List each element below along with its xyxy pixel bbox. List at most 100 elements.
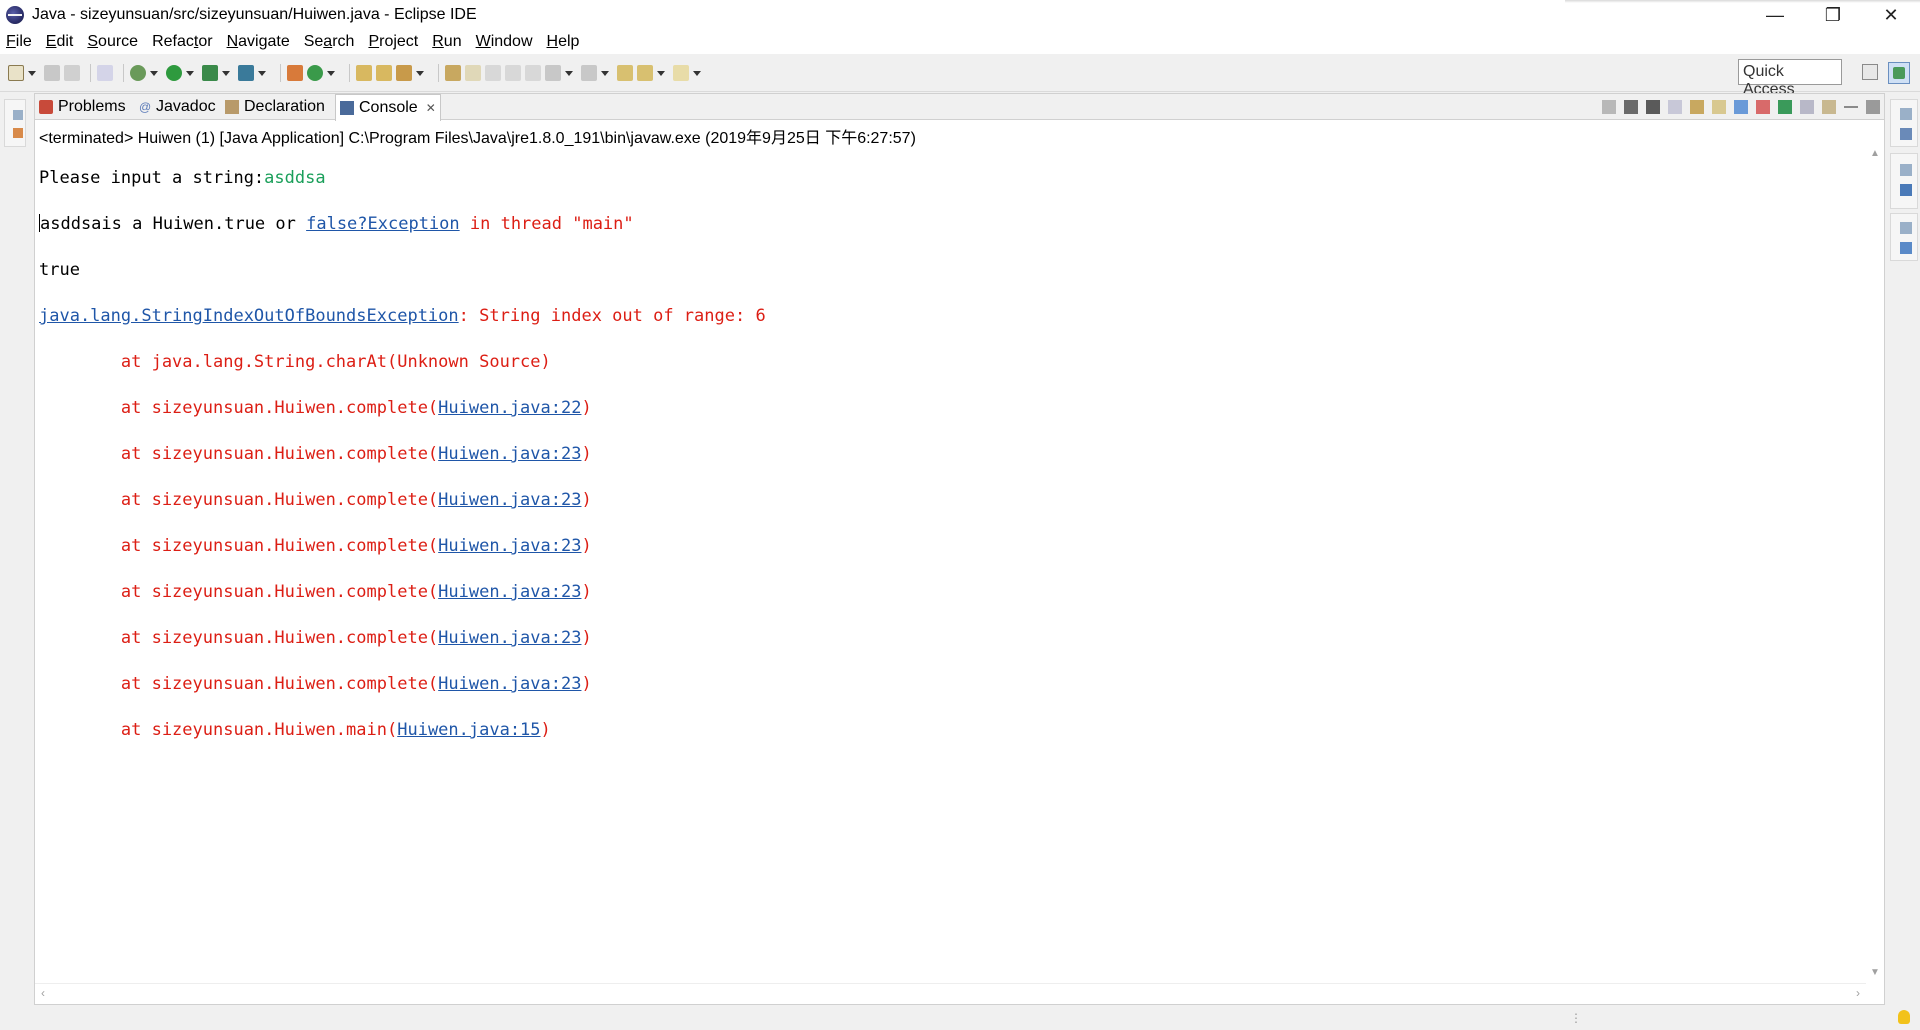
chevron-down-icon[interactable] xyxy=(150,70,158,76)
open-task-icon[interactable] xyxy=(376,65,392,81)
remove-all-terminated-icon[interactable] xyxy=(1646,100,1660,114)
chevron-down-icon[interactable] xyxy=(657,70,665,76)
quick-access-field[interactable]: Quick Access xyxy=(1738,59,1842,98)
tab-problems[interactable]: Problems xyxy=(35,94,130,120)
source-link[interactable]: Huiwen.java:23 xyxy=(438,444,581,464)
word-wrap-icon[interactable] xyxy=(1712,100,1726,114)
terminate-icon[interactable] xyxy=(1602,100,1616,114)
word-wrap-icon[interactable] xyxy=(485,65,501,81)
lightbulb-icon[interactable] xyxy=(1898,1010,1910,1024)
menu-navigate[interactable]: Navigate xyxy=(227,33,290,51)
menu-edit[interactable]: Edit xyxy=(46,33,74,51)
pin-console-icon[interactable] xyxy=(1778,100,1792,114)
source-link[interactable]: Huiwen.java:22 xyxy=(438,398,581,418)
previous-annotation-icon[interactable] xyxy=(581,65,597,81)
scroll-up-icon[interactable]: ▲ xyxy=(1870,148,1880,159)
tab-declaration[interactable]: Declaration xyxy=(221,94,329,120)
clear-console-icon[interactable] xyxy=(1668,100,1682,114)
coverage-icon[interactable] xyxy=(202,65,218,81)
horizontal-scrollbar[interactable]: ‹ › xyxy=(35,983,1866,1001)
back-icon[interactable] xyxy=(637,65,653,81)
chevron-down-icon[interactable] xyxy=(416,70,424,76)
save-icon[interactable] xyxy=(44,65,60,81)
block-selection-icon[interactable] xyxy=(505,65,521,81)
chevron-down-icon[interactable] xyxy=(565,70,573,76)
menu-run[interactable]: Run xyxy=(432,33,461,51)
annotation-icon[interactable] xyxy=(445,65,461,81)
stack-frame-text: at java.lang.String.charAt(Unknown Sourc… xyxy=(39,352,551,372)
menu-project[interactable]: Project xyxy=(368,33,418,51)
eclipse-icon xyxy=(6,6,24,24)
toolbar-separator xyxy=(349,64,350,82)
restore-icon[interactable] xyxy=(13,110,23,120)
maximize-icon[interactable] xyxy=(1866,100,1880,114)
restore-button[interactable]: ❐ xyxy=(1804,0,1862,30)
scroll-down-icon[interactable]: ▼ xyxy=(1870,967,1880,978)
chevron-down-icon[interactable] xyxy=(28,70,36,76)
console-output[interactable]: Please input a string:asddsa asddsais a … xyxy=(39,144,1859,788)
next-annotation-icon[interactable] xyxy=(545,65,561,81)
tab-javadoc[interactable]: @ Javadoc xyxy=(135,94,220,120)
source-link[interactable]: Huiwen.java:23 xyxy=(438,628,581,648)
restore-icon[interactable] xyxy=(1900,108,1912,120)
menu-refactor[interactable]: Refactor xyxy=(152,33,212,51)
exception-link[interactable]: java.lang.StringIndexOutOfBoundsExceptio… xyxy=(39,306,459,326)
close-icon[interactable]: ✕ xyxy=(426,101,436,115)
close-button[interactable]: ✕ xyxy=(1862,0,1920,30)
run-icon[interactable] xyxy=(166,65,182,81)
restore-icon[interactable] xyxy=(1900,164,1912,176)
menu-help[interactable]: Help xyxy=(547,33,580,51)
console-hyperlink[interactable]: false?Exception xyxy=(306,214,460,234)
source-link[interactable]: Huiwen.java:15 xyxy=(397,720,540,740)
menu-window[interactable]: Window xyxy=(476,33,533,51)
stack-frame-text: ) xyxy=(581,490,592,510)
source-link[interactable]: Huiwen.java:23 xyxy=(438,536,581,556)
outline-icon[interactable] xyxy=(1900,184,1912,196)
chevron-down-icon[interactable] xyxy=(222,70,230,76)
external-tools-icon[interactable] xyxy=(238,65,254,81)
minimize-icon[interactable] xyxy=(1844,106,1858,108)
source-link[interactable]: Huiwen.java:23 xyxy=(438,490,581,510)
chevron-down-icon[interactable] xyxy=(186,70,194,76)
chevron-down-icon[interactable] xyxy=(693,70,701,76)
source-link[interactable]: Huiwen.java:23 xyxy=(438,582,581,602)
remove-launch-icon[interactable] xyxy=(1624,100,1638,114)
search-icon[interactable] xyxy=(396,65,412,81)
scroll-right-icon[interactable]: › xyxy=(1856,986,1860,1000)
new-icon[interactable] xyxy=(8,65,24,81)
new-java-package-icon[interactable] xyxy=(287,65,303,81)
menu-source[interactable]: Source xyxy=(87,33,138,51)
open-type-icon[interactable] xyxy=(356,65,372,81)
chevron-down-icon[interactable] xyxy=(327,70,335,76)
debug-icon[interactable] xyxy=(130,65,146,81)
scroll-left-icon[interactable]: ‹ xyxy=(41,986,45,1000)
source-link[interactable]: Huiwen.java:23 xyxy=(438,674,581,694)
chevron-down-icon[interactable] xyxy=(258,70,266,76)
chevron-down-icon[interactable] xyxy=(601,70,609,76)
skip-breakpoints-icon[interactable] xyxy=(97,65,113,81)
tab-console[interactable]: Console ✕ xyxy=(335,94,441,121)
open-console-icon[interactable] xyxy=(1822,100,1836,114)
forward-icon[interactable] xyxy=(673,65,689,81)
toolbar-separator xyxy=(280,64,281,82)
new-java-class-icon[interactable] xyxy=(307,65,323,81)
display-console-icon[interactable] xyxy=(1800,100,1814,114)
show-on-stdout-icon[interactable] xyxy=(1734,100,1748,114)
show-whitespace-icon[interactable] xyxy=(525,65,541,81)
minimize-button[interactable]: — xyxy=(1746,0,1804,30)
menu-search[interactable]: Search xyxy=(304,33,355,51)
java-perspective-icon[interactable] xyxy=(1888,62,1910,84)
restore-icon[interactable] xyxy=(1900,222,1912,234)
open-perspective-icon[interactable] xyxy=(1862,64,1878,80)
show-on-stderr-icon[interactable] xyxy=(1756,100,1770,114)
task-list-icon[interactable] xyxy=(1900,128,1912,140)
scroll-lock-icon[interactable] xyxy=(1690,100,1704,114)
last-edit-location-icon[interactable] xyxy=(617,65,633,81)
mark-occurrences-icon[interactable] xyxy=(465,65,481,81)
vertical-scrollbar[interactable]: ▲ ▼ xyxy=(1866,144,1883,982)
package-explorer-icon[interactable] xyxy=(13,128,23,138)
view-icon[interactable] xyxy=(1900,242,1912,254)
console-line: java.lang.StringIndexOutOfBoundsExceptio… xyxy=(39,305,1859,328)
menu-file[interactable]: File xyxy=(6,33,32,51)
save-all-icon[interactable] xyxy=(64,65,80,81)
